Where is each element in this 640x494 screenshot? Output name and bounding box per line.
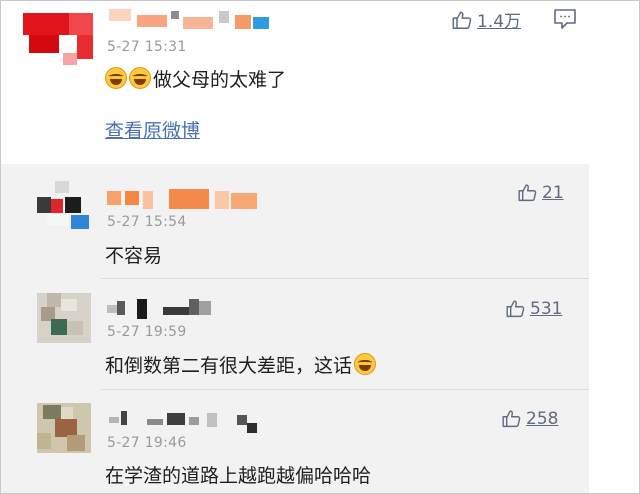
reply-avatar[interactable] [37,181,91,231]
username-blurred[interactable] [107,7,277,31]
reply-text: 在学渣的道路上越跑越偏哈哈哈 [105,465,372,487]
reply-avatar[interactable] [37,403,91,453]
thumbs-up-icon [452,10,472,29]
divider [101,278,589,279]
reply-like-button[interactable]: 531 [505,298,562,319]
reply-timestamp: 5-27 19:59 [107,324,187,340]
reply-username-blurred[interactable] [107,409,277,433]
comment-timestamp: 5-27 15:31 [107,39,187,55]
reply-text: 不容易 [105,245,163,267]
reply-text: 和倒数第二有很大差距，这话 [105,351,378,378]
reply-like-count: 258 [526,408,559,429]
reply-username-blurred[interactable] [107,297,217,321]
avatar[interactable] [23,13,93,65]
laughing-tears-emoji [354,353,377,375]
view-original-link[interactable]: 查看原微博 [105,116,200,143]
chat-bubble-icon[interactable] [553,8,577,30]
comment-screenshot: 5-27 15:31 1.4万 做父母的太难了 查看原微博 5-27 15:54… [0,0,640,494]
reply-like-button[interactable]: 258 [501,408,558,429]
reply-avatar[interactable] [37,293,91,343]
thumbs-up-icon [502,410,521,428]
reply-like-count: 531 [530,298,563,319]
reply-like-count: 21 [542,182,564,203]
reply-like-button[interactable]: 21 [517,182,564,203]
divider [101,389,589,390]
laughing-tears-emoji [129,67,151,89]
thumbs-up-icon [506,300,525,318]
comment-text: 做父母的太难了 [105,65,286,92]
laughing-tears-emoji [105,67,127,89]
reply-timestamp: 5-27 19:46 [107,435,187,451]
like-button[interactable]: 1.4万 [451,7,521,32]
like-count: 1.4万 [477,12,522,32]
right-margin [589,1,639,493]
reply-timestamp: 5-27 15:54 [107,214,187,230]
thumbs-up-icon [518,184,537,202]
reply-username-blurred[interactable] [107,189,267,213]
